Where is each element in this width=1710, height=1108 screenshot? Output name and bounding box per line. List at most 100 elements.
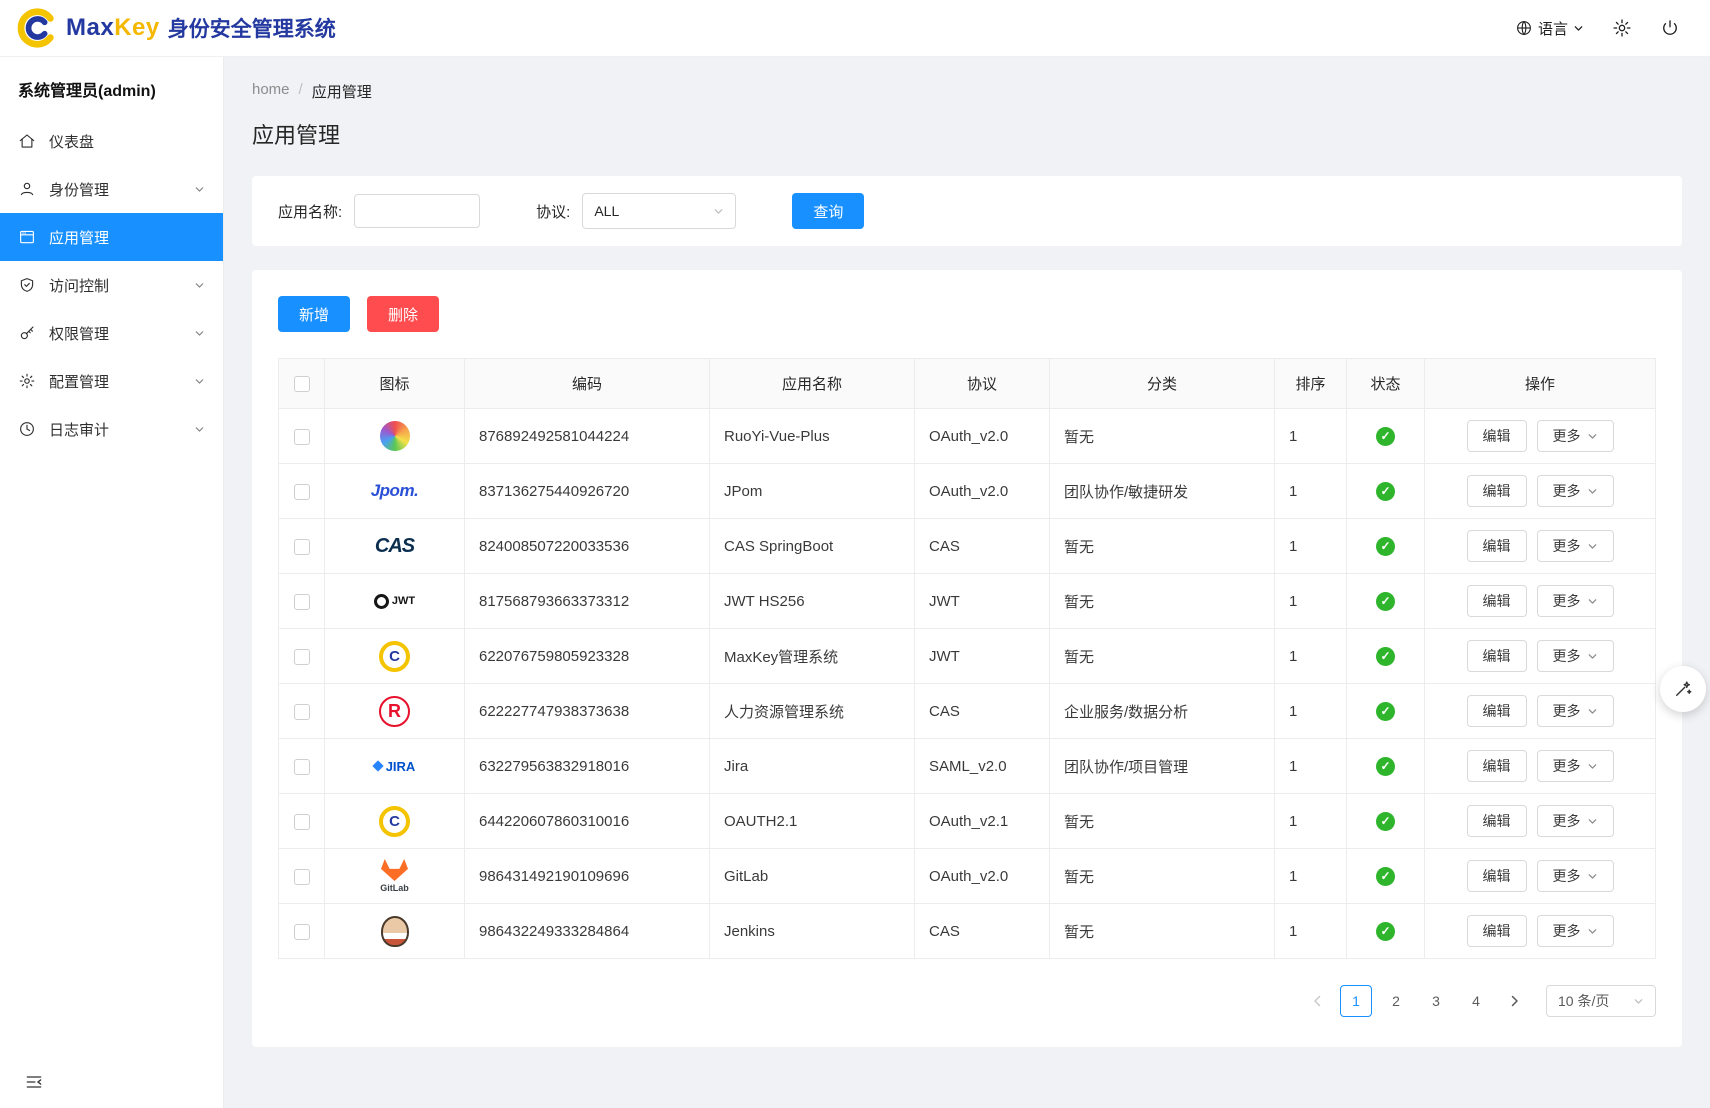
cell-protocol: JWT xyxy=(915,574,1050,629)
sidebar-item-label: 仪表盘 xyxy=(49,131,94,152)
sidebar-item-config[interactable]: 配置管理 xyxy=(0,357,223,405)
logout-power-icon[interactable] xyxy=(1660,18,1680,38)
cell-icon xyxy=(325,849,465,904)
floating-tool-button[interactable] xyxy=(1660,666,1706,712)
cell-protocol: SAML_v2.0 xyxy=(915,739,1050,794)
more-button[interactable]: 更多 xyxy=(1537,475,1614,507)
cell-name: MaxKey管理系统 xyxy=(710,629,915,684)
cell-sort: 1 xyxy=(1275,684,1347,739)
row-checkbox[interactable] xyxy=(294,539,310,555)
row-checkbox[interactable] xyxy=(294,759,310,775)
select-all-checkbox[interactable] xyxy=(294,376,310,392)
search-button[interactable]: 查询 xyxy=(792,193,864,229)
edit-button[interactable]: 编辑 xyxy=(1467,695,1527,727)
row-checkbox[interactable] xyxy=(294,649,310,665)
cell-actions: 编辑 更多 xyxy=(1425,739,1656,794)
more-button[interactable]: 更多 xyxy=(1537,860,1614,892)
sidebar: 系统管理员(admin) 仪表盘 身份管理 xyxy=(0,57,224,1108)
language-selector[interactable]: 语言 xyxy=(1515,18,1584,39)
sidebar-item-label: 应用管理 xyxy=(49,227,109,248)
cell-icon xyxy=(325,409,465,464)
cell-category: 暂无 xyxy=(1050,574,1275,629)
cell-sort: 1 xyxy=(1275,794,1347,849)
cell-actions: 编辑 更多 xyxy=(1425,684,1656,739)
globe-icon xyxy=(1515,19,1533,37)
sidebar-menu: 仪表盘 身份管理 应用管理 xyxy=(0,117,223,453)
cell-name: JPom xyxy=(710,464,915,519)
cell-category: 团队协作/项目管理 xyxy=(1050,739,1275,794)
sidebar-item-permission[interactable]: 权限管理 xyxy=(0,309,223,357)
brand-title: 身份安全管理系统 xyxy=(168,13,336,43)
page-size-select[interactable]: 10 条/页 xyxy=(1546,985,1656,1017)
more-button[interactable]: 更多 xyxy=(1537,915,1614,947)
cell-checkbox xyxy=(279,629,325,684)
edit-button[interactable]: 编辑 xyxy=(1467,420,1527,452)
delete-button[interactable]: 删除 xyxy=(367,296,439,332)
row-checkbox[interactable] xyxy=(294,814,310,830)
cell-status xyxy=(1347,464,1425,519)
sidebar-item-application[interactable]: 应用管理 xyxy=(0,213,223,261)
add-button[interactable]: 新增 xyxy=(278,296,350,332)
row-checkbox[interactable] xyxy=(294,704,310,720)
status-active-check-icon xyxy=(1376,757,1395,776)
cell-code: 876892492581044224 xyxy=(465,409,710,464)
edit-button[interactable]: 编辑 xyxy=(1467,475,1527,507)
page-title: 应用管理 xyxy=(252,118,1682,150)
sidebar-item-audit-log[interactable]: 日志审计 xyxy=(0,405,223,453)
row-checkbox[interactable] xyxy=(294,594,310,610)
app-header: MaxKey 身份安全管理系统 语言 xyxy=(0,0,1710,57)
edit-button[interactable]: 编辑 xyxy=(1467,750,1527,782)
sidebar-item-identity[interactable]: 身份管理 xyxy=(0,165,223,213)
more-button[interactable]: 更多 xyxy=(1537,750,1614,782)
cell-checkbox xyxy=(279,464,325,519)
breadcrumb-home[interactable]: home xyxy=(252,81,290,102)
row-checkbox[interactable] xyxy=(294,869,310,885)
row-checkbox[interactable] xyxy=(294,484,310,500)
cell-status xyxy=(1347,904,1425,959)
table-row: 622227747938373638 人力资源管理系统 CAS 企业服务/数据分… xyxy=(279,684,1656,739)
row-checkbox[interactable] xyxy=(294,924,310,940)
edit-button[interactable]: 编辑 xyxy=(1467,640,1527,672)
cell-checkbox xyxy=(279,574,325,629)
more-button[interactable]: 更多 xyxy=(1537,640,1614,672)
header-actions: 语言 xyxy=(1515,18,1680,39)
settings-gear-icon[interactable] xyxy=(1612,18,1632,38)
page-button-2[interactable]: 2 xyxy=(1380,985,1412,1017)
cell-name: Jira xyxy=(710,739,915,794)
app-icon xyxy=(339,689,450,733)
edit-button[interactable]: 编辑 xyxy=(1467,805,1527,837)
more-button[interactable]: 更多 xyxy=(1537,805,1614,837)
page-button-1[interactable]: 1 xyxy=(1340,985,1372,1017)
menu-fold-icon xyxy=(24,1072,44,1092)
more-button[interactable]: 更多 xyxy=(1537,420,1614,452)
page-button-3[interactable]: 3 xyxy=(1420,985,1452,1017)
cell-sort: 1 xyxy=(1275,904,1347,959)
more-button[interactable]: 更多 xyxy=(1537,695,1614,727)
app-name-input[interactable] xyxy=(354,194,480,228)
cell-code: 622227747938373638 xyxy=(465,684,710,739)
sidebar-item-dashboard[interactable]: 仪表盘 xyxy=(0,117,223,165)
cell-icon xyxy=(325,464,465,519)
row-checkbox[interactable] xyxy=(294,429,310,445)
sidebar-collapse-button[interactable] xyxy=(24,1072,44,1092)
cell-category: 企业服务/数据分析 xyxy=(1050,684,1275,739)
prev-page-button[interactable] xyxy=(1302,985,1332,1017)
edit-button[interactable]: 编辑 xyxy=(1467,860,1527,892)
edit-button[interactable]: 编辑 xyxy=(1467,585,1527,617)
edit-button[interactable]: 编辑 xyxy=(1467,530,1527,562)
column-header-sort: 排序 xyxy=(1275,359,1347,409)
page-button-4[interactable]: 4 xyxy=(1460,985,1492,1017)
protocol-select[interactable]: ALL xyxy=(582,193,736,229)
chevron-down-icon xyxy=(1587,706,1598,717)
cell-category: 暂无 xyxy=(1050,904,1275,959)
cell-sort: 1 xyxy=(1275,629,1347,684)
cell-code: 644220607860310016 xyxy=(465,794,710,849)
user-icon xyxy=(18,180,36,198)
cell-name: GitLab xyxy=(710,849,915,904)
next-page-button[interactable] xyxy=(1500,985,1530,1017)
edit-button[interactable]: 编辑 xyxy=(1467,915,1527,947)
current-user: 系统管理员(admin) xyxy=(0,57,223,117)
sidebar-item-access-control[interactable]: 访问控制 xyxy=(0,261,223,309)
more-button[interactable]: 更多 xyxy=(1537,530,1614,562)
more-button[interactable]: 更多 xyxy=(1537,585,1614,617)
